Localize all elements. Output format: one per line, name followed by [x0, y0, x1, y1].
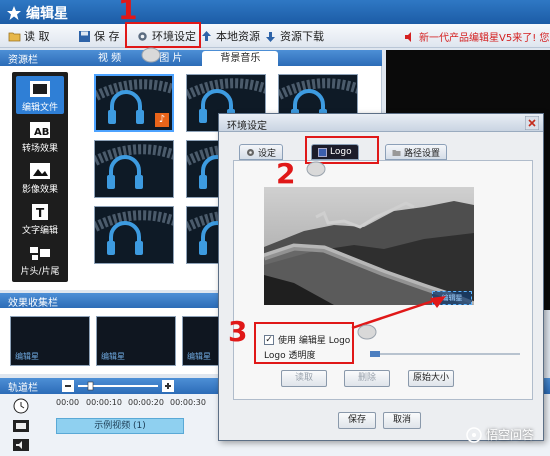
- gear-icon: [247, 148, 254, 156]
- annotation-marker-3: 3: [228, 315, 248, 348]
- sidebar-item-edit-file[interactable]: 编辑文件: [16, 76, 64, 114]
- timeline-clip[interactable]: 示例视频 (1): [56, 418, 184, 434]
- svg-text:T: T: [36, 206, 45, 220]
- dialog-save-button[interactable]: 保存: [338, 412, 376, 429]
- film-icon: [30, 81, 50, 97]
- speaker-icon: [405, 31, 411, 42]
- sidebar-label: 片头/片尾: [20, 267, 60, 277]
- read-button[interactable]: 读 取: [8, 28, 50, 44]
- title-icon: [30, 247, 50, 260]
- local-resource-button[interactable]: 本地资源: [200, 28, 260, 44]
- ab-icon: AB: [30, 122, 50, 138]
- download-button[interactable]: 资源下载: [264, 28, 324, 44]
- app-logo: 编辑星: [6, 3, 68, 23]
- effect-item[interactable]: 编辑星: [96, 316, 176, 366]
- music-note-icon: ♪: [155, 113, 169, 127]
- video-track-icon[interactable]: [12, 418, 30, 434]
- headphones-icon: [95, 210, 173, 255]
- download-icon: [266, 31, 275, 42]
- star-icon: [7, 6, 21, 20]
- folder-icon: [392, 149, 401, 156]
- folder-icon: [8, 32, 21, 41]
- title-bar: 编辑星: [0, 0, 550, 24]
- tab-path[interactable]: 路径设置: [385, 144, 448, 160]
- music-thumbnail[interactable]: ♪: [94, 74, 174, 132]
- resource-header-label: 资源栏: [8, 55, 38, 66]
- tab-bgmusic[interactable]: 背景音乐: [202, 51, 279, 66]
- dialog-title: 环境设定: [227, 121, 267, 132]
- local-resource-label: 本地资源: [216, 30, 260, 43]
- effect-icon: [30, 163, 50, 179]
- logo-preview-image: [264, 187, 474, 305]
- effects-header-label: 效果收集栏: [8, 298, 58, 309]
- svg-text:AB: AB: [34, 127, 49, 138]
- toolbar: 读 取 保 存 环境设定 本地资源 资源下载 新一代产品编辑星V5来了! 您既: [0, 24, 550, 48]
- resource-sidebar: 编辑文件 AB 转场效果 影像效果 T 文字编辑 片头/片尾: [12, 72, 68, 282]
- text-icon: T: [32, 204, 48, 220]
- effect-item-label: 编辑星: [15, 352, 39, 361]
- zoom-slider[interactable]: [62, 380, 174, 392]
- annotation-marker-1: 1: [118, 0, 138, 26]
- annotation-marker-2: 2: [276, 157, 296, 190]
- resource-tabs: 视 频 图 片 背景音乐: [80, 51, 279, 66]
- upload-icon: [202, 30, 211, 41]
- audio-track-icon[interactable]: [12, 437, 30, 453]
- download-label: 资源下载: [280, 30, 324, 43]
- cursor-dot: [141, 47, 161, 63]
- watermark: 悟空问答: [466, 426, 534, 443]
- sidebar-item-text[interactable]: T 文字编辑: [16, 199, 64, 237]
- disk-icon: [79, 30, 90, 42]
- close-icon[interactable]: [525, 116, 539, 130]
- save-label: 保 存: [94, 30, 120, 43]
- tab-path-label: 路径设置: [404, 148, 441, 159]
- ruler-tick: 00:00:30: [170, 398, 206, 407]
- dialog-titlebar: 环境设定: [219, 114, 543, 132]
- sidebar-item-title[interactable]: 片头/片尾: [16, 240, 64, 278]
- headphones-icon: [95, 144, 173, 189]
- effect-item[interactable]: 编辑星: [10, 316, 90, 366]
- ruler-tick: 00:00:20: [128, 398, 164, 407]
- delete-logo-button[interactable]: 删除: [344, 370, 390, 387]
- watermark-text: 悟空问答: [486, 428, 535, 442]
- promo-text: 新一代产品编辑星V5来了! 您既: [419, 33, 550, 44]
- ruler-tick: 00:00: [56, 398, 80, 407]
- save-button[interactable]: 保 存: [78, 28, 120, 44]
- sidebar-label: 转场效果: [21, 144, 58, 154]
- app-title: 编辑星: [26, 6, 68, 22]
- clock-icon[interactable]: [12, 398, 30, 414]
- opacity-slider[interactable]: [370, 349, 520, 359]
- tab-settings-label: 设定: [258, 148, 277, 159]
- dialog-cancel-button[interactable]: 取消: [383, 412, 421, 429]
- chat-bubble-icon: [466, 426, 482, 443]
- cursor-dot: [306, 161, 326, 177]
- sidebar-item-transition[interactable]: AB 转场效果: [16, 117, 64, 155]
- cursor-dot: [357, 324, 377, 340]
- promo-link[interactable]: 新一代产品编辑星V5来了! 您既: [404, 29, 550, 44]
- read-label: 读 取: [24, 30, 50, 43]
- effect-item-label: 编辑星: [187, 352, 211, 361]
- ruler-tick: 00:00:10: [86, 398, 122, 407]
- sidebar-label: 影像效果: [21, 185, 58, 195]
- sidebar-label: 编辑文件: [21, 103, 58, 113]
- timeline-ruler: 00:00 00:00:10 00:00:20 00:00:30: [56, 396, 216, 412]
- app-window: 编辑星 读 取 保 存 环境设定 本地资源 资源下载 新一代产品编辑星V5来了!…: [0, 0, 550, 456]
- music-thumbnail[interactable]: [94, 206, 174, 264]
- effect-item-label: 编辑星: [101, 352, 125, 361]
- annotation-box-3: [254, 322, 354, 364]
- tab-video[interactable]: 视 频: [80, 51, 139, 66]
- annotation-box-1: [125, 22, 201, 48]
- original-size-button[interactable]: 原始大小: [408, 370, 454, 387]
- music-thumbnail[interactable]: [94, 140, 174, 198]
- read-logo-button[interactable]: 读取: [281, 370, 327, 387]
- sidebar-label: 文字编辑: [21, 226, 58, 236]
- sidebar-item-effect[interactable]: 影像效果: [16, 158, 64, 196]
- timeline-header-label: 轨道栏: [8, 383, 38, 394]
